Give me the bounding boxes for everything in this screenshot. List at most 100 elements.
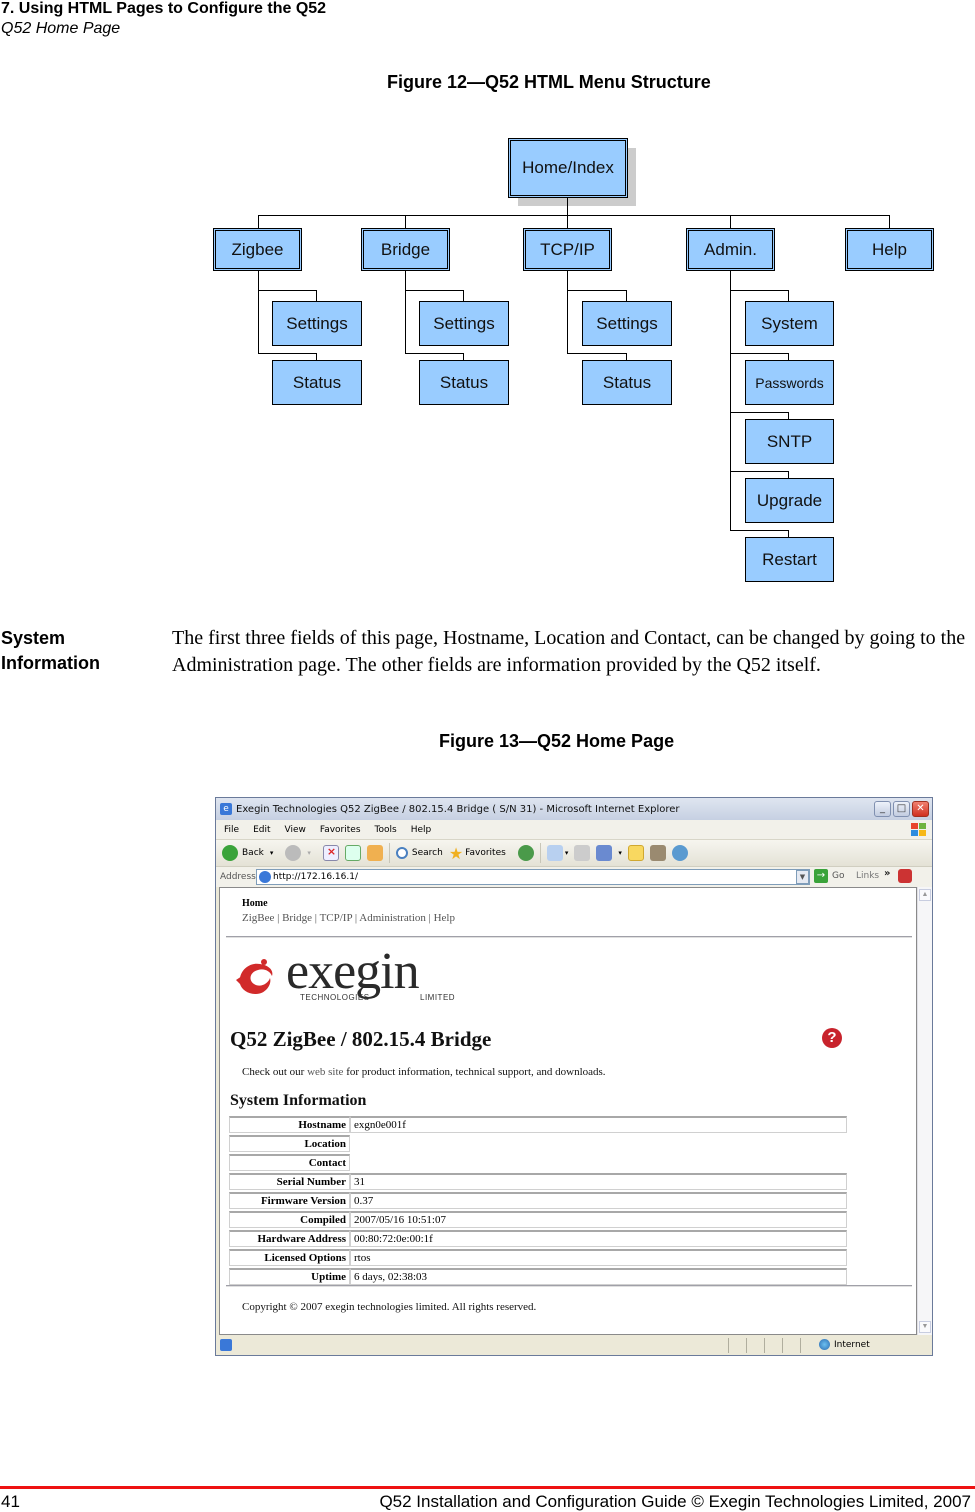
copyright-text: Copyright © 2007 exegin technologies lim… [242, 1301, 537, 1313]
address-dropdown-button[interactable]: ▼ [796, 870, 809, 884]
connector-line [405, 353, 464, 354]
connector-line [788, 353, 789, 360]
connector-line [567, 271, 568, 353]
address-bar: Address http://172.16.16.1/ ▼ → Go Links… [216, 867, 932, 887]
website-link[interactable]: web site [307, 1066, 343, 1078]
system-info-row: Firmware Version 0.37 [229, 1192, 847, 1209]
connector-line [567, 290, 627, 291]
connector-line [626, 353, 627, 360]
stop-icon: × [322, 845, 339, 861]
pdf-extension-icon[interactable] [898, 869, 912, 883]
messenger-button[interactable] [671, 845, 688, 861]
address-input[interactable]: http://172.16.16.1/ [256, 869, 810, 885]
nav-link-bridge[interactable]: Bridge [282, 912, 312, 924]
system-info-label: Firmware Version [229, 1192, 350, 1209]
nav-link-administration[interactable]: Administration [359, 912, 426, 924]
minimize-button[interactable]: _ [874, 801, 891, 817]
body-paragraph: The first three fields of this page, Hos… [172, 627, 966, 676]
system-info-value: 31 [350, 1173, 847, 1190]
system-info-row: Uptime 6 days, 02:38:03 [229, 1268, 847, 1285]
status-divider [764, 1338, 765, 1353]
system-info-label: Compiled [229, 1211, 350, 1228]
footer-text: Q52 Installation and Configuration Guide… [379, 1492, 971, 1511]
stop-button[interactable]: × [317, 845, 339, 861]
nav-link-help[interactable]: Help [434, 912, 455, 924]
nav-link-zigbee[interactable]: ZigBee [242, 912, 274, 924]
search-button[interactable]: Search [395, 847, 443, 859]
menu-tools[interactable]: Tools [375, 825, 397, 835]
system-info-label: Location [229, 1135, 350, 1152]
menu-edit[interactable]: Edit [253, 825, 270, 835]
help-icon[interactable]: ? [822, 1028, 842, 1048]
home-button[interactable] [366, 845, 383, 861]
window-title: Exegin Technologies Q52 ZigBee / 802.15.… [236, 803, 680, 815]
connector-line [730, 271, 731, 530]
node-bridge: Bridge [361, 228, 450, 271]
connector-line [258, 215, 890, 216]
vertical-scrollbar[interactable]: ▲ ▼ [917, 887, 932, 1335]
search-icon [395, 847, 408, 859]
connector-line [730, 215, 731, 228]
mail-button[interactable]: ▾ [546, 845, 568, 861]
system-info-label: Licensed Options [229, 1249, 350, 1266]
connector-line [730, 471, 789, 472]
page-status-icon [220, 1339, 232, 1351]
refresh-icon [344, 845, 361, 861]
system-info-row: Contact [229, 1154, 847, 1171]
scroll-down-arrow-icon[interactable]: ▼ [919, 1321, 931, 1333]
forward-arrow-icon [285, 845, 302, 861]
nav-link-tcpip[interactable]: TCP/IP [320, 912, 353, 924]
windows-logo-icon [911, 823, 926, 836]
node-zigbee-status: Status [272, 360, 362, 405]
forward-button[interactable]: ▾ [279, 845, 311, 861]
connector-line [567, 353, 627, 354]
edit-button[interactable]: ▾ [596, 845, 622, 861]
menu-view[interactable]: View [285, 825, 306, 835]
history-button[interactable] [512, 845, 534, 861]
globe-icon [819, 1339, 830, 1350]
note-icon [627, 845, 644, 861]
system-info-row: Location [229, 1135, 847, 1152]
system-info-label: Serial Number [229, 1173, 350, 1190]
connector-line [258, 353, 317, 354]
research-button[interactable] [649, 845, 666, 861]
maximize-button[interactable]: □ [893, 801, 910, 817]
discuss-button[interactable] [627, 845, 644, 861]
system-info-value [350, 1135, 847, 1152]
status-divider [782, 1338, 783, 1353]
node-admin: Admin. [686, 228, 775, 271]
connector-line [788, 471, 789, 478]
links-label[interactable]: Links [856, 871, 879, 881]
go-arrow-icon: → [814, 869, 828, 883]
address-label: Address [220, 872, 256, 882]
scroll-up-arrow-icon[interactable]: ▲ [919, 889, 931, 901]
menu-file[interactable]: File [224, 825, 239, 835]
browser-title-bar: e Exegin Technologies Q52 ZigBee / 802.1… [216, 798, 932, 820]
back-arrow-icon [222, 845, 238, 861]
page-icon [259, 871, 271, 883]
links-more-chevron[interactable]: » [884, 868, 890, 879]
connector-line [258, 271, 259, 353]
refresh-button[interactable] [344, 845, 361, 861]
node-home-index: Home/Index [508, 138, 628, 198]
node-bridge-status: Status [419, 360, 509, 405]
menu-favorites[interactable]: Favorites [320, 825, 361, 835]
menu-help[interactable]: Help [411, 825, 432, 835]
close-button[interactable]: ✕ [912, 801, 929, 817]
connector-line [405, 215, 406, 228]
print-button[interactable] [574, 845, 591, 861]
connector-line [405, 290, 464, 291]
connector-line [788, 530, 789, 537]
star-icon: ★ [448, 843, 464, 863]
go-button[interactable]: → Go [814, 869, 844, 883]
page-content: Home ZigBee | Bridge | TCP/IP | Administ… [219, 887, 917, 1335]
system-info-label: Contact [229, 1154, 350, 1171]
favorites-button[interactable]: ★ Favorites [449, 844, 506, 863]
system-info-value: 6 days, 02:38:03 [350, 1268, 847, 1285]
back-button[interactable]: Back ▾ [222, 845, 273, 861]
node-admin-upgrade: Upgrade [745, 478, 834, 523]
divider [226, 1285, 912, 1287]
chapter-heading: 7. Using HTML Pages to Configure the Q52 [1, 0, 327, 17]
system-info-row: Serial Number 31 [229, 1173, 847, 1190]
side-heading-line: Information [1, 653, 100, 673]
